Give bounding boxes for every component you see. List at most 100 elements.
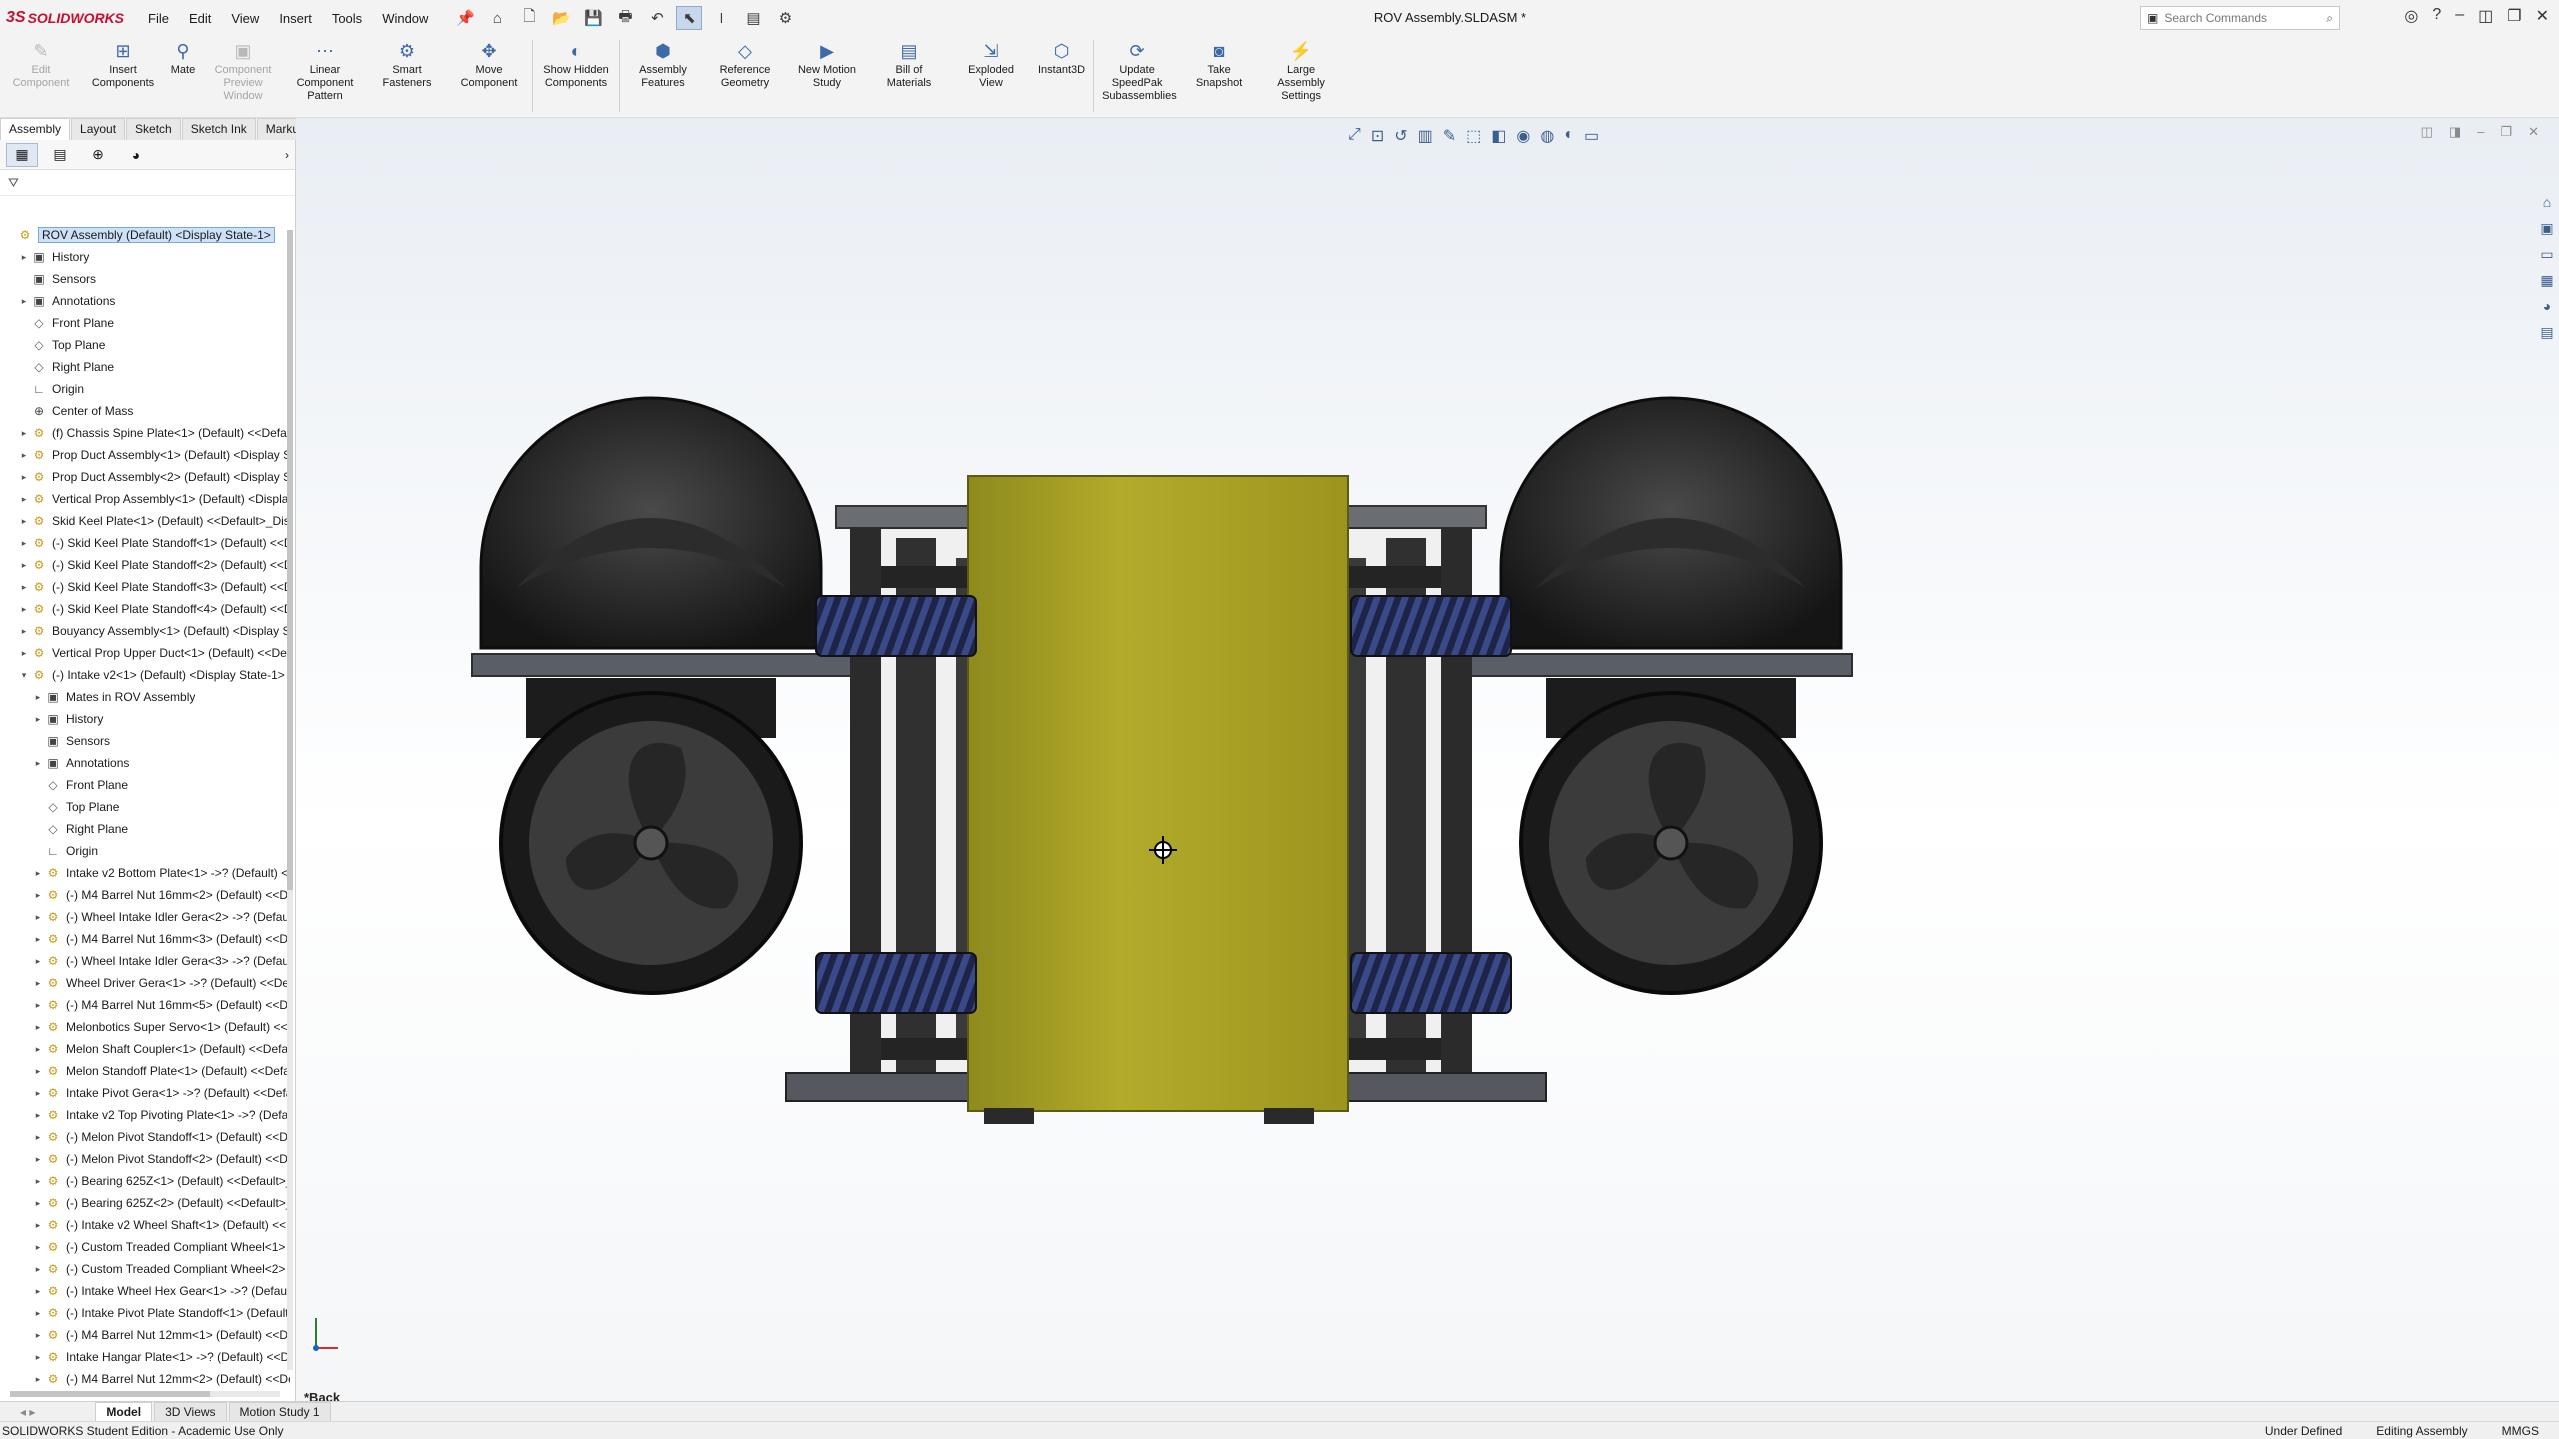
- tree-node[interactable]: ▸ ⚙ Intake Hangar Plate<1> ->? (Default) <…: [32, 1346, 290, 1368]
- expand-toggle-icon[interactable]: ▸: [18, 450, 30, 461]
- pin-icon[interactable]: 📌: [452, 6, 478, 30]
- home-icon[interactable]: ⌂: [484, 6, 510, 30]
- expand-toggle-icon[interactable]: ▸: [32, 1154, 44, 1165]
- custom-properties-icon[interactable]: ▤: [2537, 322, 2557, 342]
- options-gear-icon[interactable]: ⚙: [772, 6, 798, 30]
- search-icon[interactable]: ⌕: [2326, 11, 2333, 26]
- expand-panel-icon[interactable]: ›: [285, 148, 289, 162]
- zoom-to-fit-icon[interactable]: ⤢: [1348, 126, 1361, 146]
- view-palette-icon[interactable]: ▦: [2537, 270, 2557, 290]
- tree-node[interactable]: ▸ ⚙ Skid Keel Plate<1> (Default) <<Default…: [18, 510, 290, 532]
- expand-toggle-icon[interactable]: ▸: [32, 1110, 44, 1121]
- tree-node[interactable]: ▸ ⚙ (-) Custom Treaded Compliant Wheel<2> …: [32, 1258, 290, 1280]
- expand-toggle-icon[interactable]: ▸: [32, 1308, 44, 1319]
- minimize-icon[interactable]: –: [2455, 6, 2464, 26]
- close-icon[interactable]: ✕: [2536, 6, 2549, 26]
- tree-node[interactable]: ▸ ⚙ Bouyancy Assembly<1> (Default) <Displa…: [18, 620, 290, 642]
- feature-tree-horizontal-scrollbar[interactable]: [10, 1391, 280, 1397]
- tree-node[interactable]: ▸ ⚙ (-) Intake v2 Wheel Shaft<1> (Default)…: [32, 1214, 290, 1236]
- filter-icon[interactable]: ⛛: [8, 175, 19, 191]
- tree-node[interactable]: ▸ ⚙ (-) M4 Barrel Nut 16mm<2> (Default) <<…: [32, 884, 290, 906]
- expand-toggle-icon[interactable]: ▸: [32, 912, 44, 923]
- expand-toggle-icon[interactable]: ▸: [32, 956, 44, 967]
- menu-edit[interactable]: Edit: [181, 7, 219, 30]
- expand-toggle-icon[interactable]: ▸: [18, 538, 30, 549]
- tree-node[interactable]: ▸ ⚙ Vertical Prop Assembly<1> (Default) <D…: [18, 488, 290, 510]
- tree-node[interactable]: ▸ ⚙ (-) Skid Keel Plate Standoff<4> (Defau…: [18, 598, 290, 620]
- restore-icon[interactable]: ❐: [2507, 6, 2521, 26]
- tab-sketch-ink[interactable]: Sketch Ink: [181, 118, 256, 140]
- expand-toggle-icon[interactable]: ▸: [32, 1000, 44, 1011]
- expand-toggle-icon[interactable]: ▸: [32, 1374, 44, 1385]
- status-units[interactable]: MMGS: [2502, 1424, 2539, 1438]
- tree-node[interactable]: ▸ ⚙ (-) Intake Pivot Plate Standoff<1> (De…: [32, 1302, 290, 1324]
- expand-toggle-icon[interactable]: ▸: [32, 1330, 44, 1341]
- expand-toggle-icon[interactable]: ▸: [18, 516, 30, 527]
- appearances-icon[interactable]: ◕: [2537, 296, 2557, 316]
- tree-node[interactable]: ▣ Sensors: [32, 730, 290, 752]
- tree-node[interactable]: ▸ ⚙ Intake v2 Bottom Plate<1> ->? (Default…: [32, 862, 290, 884]
- expand-toggle-icon[interactable]: ▸: [32, 978, 44, 989]
- new-document-icon[interactable]: 🗋: [516, 6, 542, 30]
- expand-toggle-icon[interactable]: ▸: [32, 890, 44, 901]
- tile-icon[interactable]: ◫: [2478, 6, 2493, 26]
- dynamic-annotation-icon[interactable]: ✎: [1443, 126, 1456, 146]
- tree-filter[interactable]: ⛛: [0, 170, 295, 196]
- tree-node[interactable]: ▸ ⚙ Prop Duct Assembly<1> (Default) <Displ…: [18, 444, 290, 466]
- expand-toggle-icon[interactable]: ▸: [18, 582, 30, 593]
- expand-toggle-icon[interactable]: ▸: [32, 758, 44, 769]
- tree-node[interactable]: ▸ ⚙ (-) Intake Wheel Hex Gear<1> ->? (Defa…: [32, 1280, 290, 1302]
- command-motion-study[interactable]: ▶ New Motion Study: [786, 40, 868, 90]
- expand-toggle-icon[interactable]: ▸: [32, 868, 44, 879]
- tree-node[interactable]: ◇ Top Plane: [32, 796, 290, 818]
- display-manager-tab-icon[interactable]: ◕: [120, 143, 152, 167]
- previous-view-icon[interactable]: ↺: [1394, 126, 1407, 146]
- viewport-close-icon[interactable]: ✕: [2528, 124, 2539, 140]
- menu-window[interactable]: Window: [374, 7, 436, 30]
- tree-node[interactable]: ▾ ⚙ (-) Intake v2<1> (Default) <Display St…: [18, 664, 290, 686]
- file-explorer-icon[interactable]: ▭: [2537, 244, 2557, 264]
- command-component-preview[interactable]: ▣ Component Preview Window: [202, 40, 284, 103]
- expand-toggle-icon[interactable]: ▸: [32, 1352, 44, 1363]
- bottom-tab-motion-study-1[interactable]: Motion Study 1: [228, 1401, 331, 1422]
- command-move-component[interactable]: ✥ Move Component: [448, 40, 530, 90]
- command-instant3d[interactable]: ⬡ Instant3D: [1032, 40, 1091, 77]
- expand-toggle-icon[interactable]: ▸: [32, 1176, 44, 1187]
- tree-node[interactable]: ▸ ⚙ (-) Bearing 625Z<2> (Default) <<Defaul…: [32, 1192, 290, 1214]
- user-account-icon[interactable]: ◎: [2404, 6, 2418, 26]
- tree-node[interactable]: ▸ ⚙ Prop Duct Assembly<2> (Default) <Displ…: [18, 466, 290, 488]
- expand-toggle-icon[interactable]: ▸: [32, 1242, 44, 1253]
- tree-node[interactable]: ▸ ⚙ (-) M4 Barrel Nut 16mm<5> (Default) <<…: [32, 994, 290, 1016]
- display-style-icon[interactable]: ◧: [1491, 126, 1506, 146]
- command-exploded-view[interactable]: ⇲ Exploded View: [950, 40, 1032, 90]
- tree-node[interactable]: ⚙ ROV Assembly (Default) <Display State-1…: [4, 224, 290, 246]
- search-commands-input[interactable]: ▣ Search Commands ⌕: [2140, 6, 2340, 30]
- solidworks-logo[interactable]: 3S SOLIDWORKS: [0, 9, 130, 27]
- command-reference-geometry[interactable]: ◇ Reference Geometry: [704, 40, 786, 90]
- tree-node[interactable]: ▸ ⚙ (-) Skid Keel Plate Standoff<2> (Defau…: [18, 554, 290, 576]
- feature-tree-vertical-scrollbar[interactable]: [287, 230, 293, 1370]
- expand-toggle-icon[interactable]: ▸: [32, 1088, 44, 1099]
- expand-toggle-icon[interactable]: ▸: [18, 428, 30, 439]
- rov-assembly-model[interactable]: [456, 388, 1876, 1128]
- expand-toggle-icon[interactable]: ▾: [18, 670, 30, 681]
- expand-toggle-icon[interactable]: ▸: [18, 472, 30, 483]
- expand-toggle-icon[interactable]: ▸: [32, 1044, 44, 1055]
- tree-node[interactable]: ▸ ▣ Mates in ROV Assembly: [32, 686, 290, 708]
- expand-toggle-icon[interactable]: ▸: [32, 1198, 44, 1209]
- expand-toggle-icon[interactable]: ▸: [18, 296, 30, 307]
- tab-assembly[interactable]: Assembly: [0, 118, 71, 140]
- tree-node[interactable]: ▸ ⚙ (-) M4 Barrel Nut 16mm<3> (Default) <<…: [32, 928, 290, 950]
- menu-insert[interactable]: Insert: [271, 7, 320, 30]
- command-bom[interactable]: ▤ Bill of Materials: [868, 40, 950, 90]
- configuration-manager-tab-icon[interactable]: ⊕: [82, 143, 114, 167]
- design-library-icon[interactable]: ▣: [2537, 218, 2557, 238]
- tree-node[interactable]: ◇ Right Plane: [32, 818, 290, 840]
- apply-scene-icon[interactable]: ◐: [1564, 126, 1574, 146]
- viewport-tile-icon[interactable]: ◫: [2421, 124, 2433, 140]
- tab-scroll-arrows-icon[interactable]: ◂ ▸: [20, 1405, 35, 1419]
- command-insert-components[interactable]: ⊞ Insert Components: [82, 40, 164, 90]
- tree-node[interactable]: ▸ ⚙ (-) Bearing 625Z<1> (Default) <<Defaul…: [32, 1170, 290, 1192]
- graphics-area[interactable]: ⤢ ⊡ ↺ ▥ ✎ ⬚ ◧ ◉ ◍ ◐ ▭ ◫ ◨ – ❐ ✕ ⌂ ▣ ▭ ▦ …: [296, 118, 2559, 1401]
- expand-toggle-icon[interactable]: ▸: [18, 604, 30, 615]
